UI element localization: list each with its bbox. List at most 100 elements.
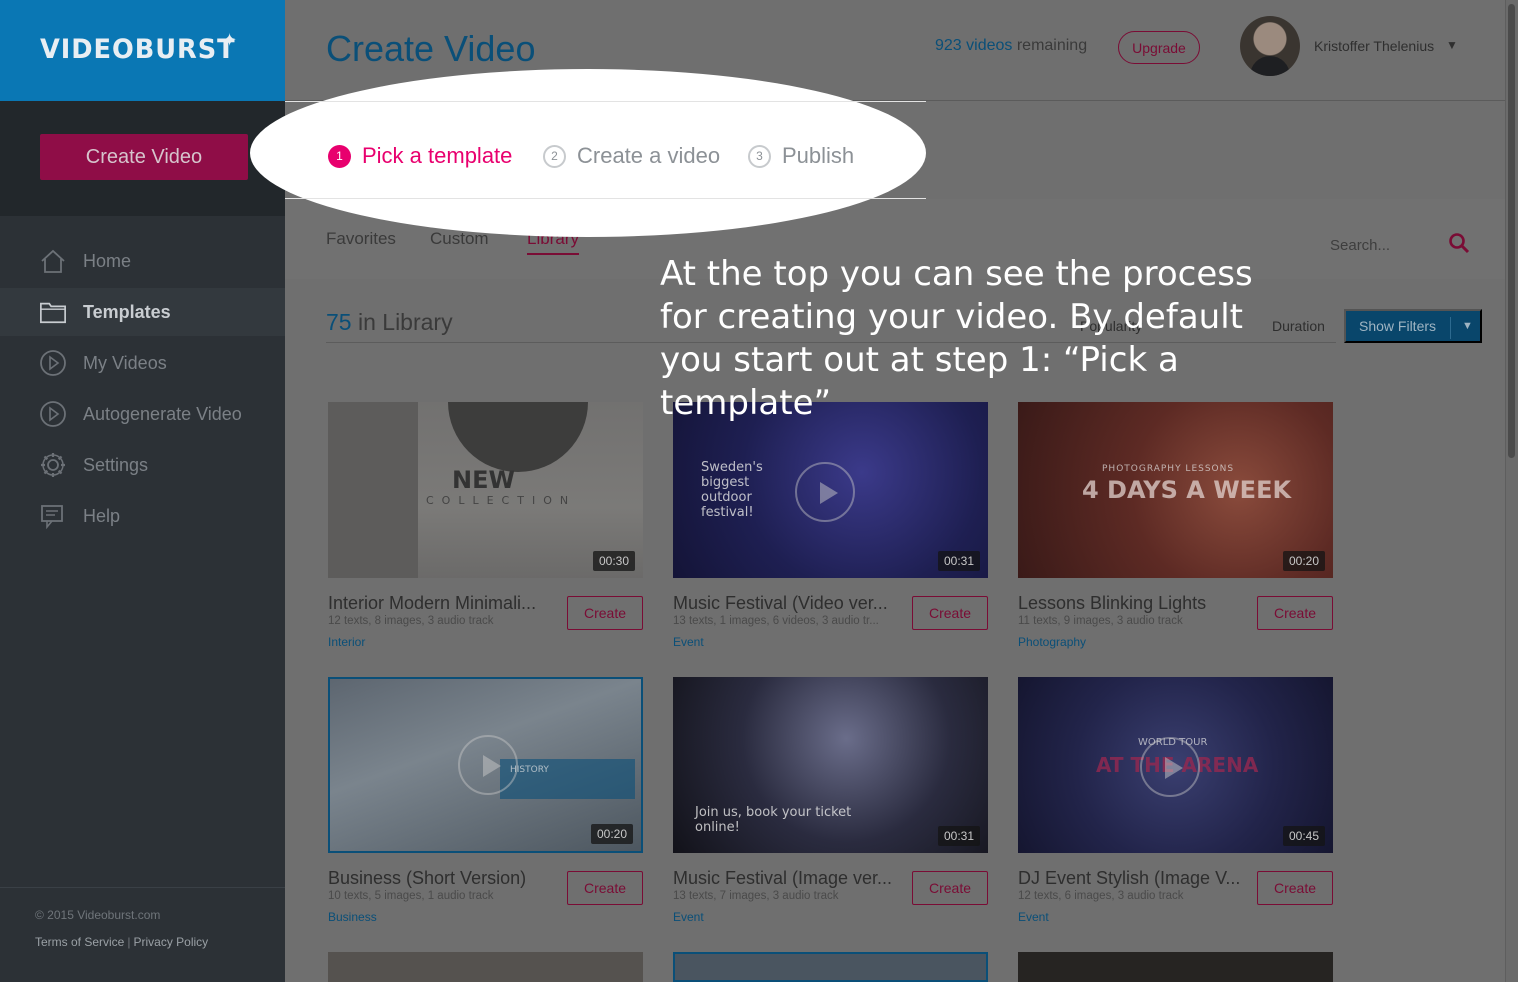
- sidebar-item-label: Templates: [83, 301, 171, 322]
- privacy-link[interactable]: Privacy Policy: [133, 935, 208, 949]
- template-meta: 13 texts, 1 images, 6 videos, 3 audio tr…: [673, 615, 879, 627]
- sidebar-item-templates[interactable]: Templates: [0, 288, 285, 336]
- tab-favorites[interactable]: Favorites: [326, 229, 396, 249]
- template-category[interactable]: Photography: [1018, 635, 1086, 649]
- help-icon: [39, 502, 67, 530]
- remaining-suffix: remaining: [1012, 37, 1088, 54]
- step-publish[interactable]: 3 Publish: [748, 143, 854, 169]
- template-category[interactable]: Business: [328, 910, 377, 924]
- template-title: Interior Modern Minimali...: [328, 593, 537, 613]
- divider: [0, 887, 285, 888]
- sidebar-item-home[interactable]: Home: [0, 237, 285, 285]
- thumb-title: Sweden's biggest outdoor festival!: [701, 460, 763, 520]
- divider: [285, 198, 926, 199]
- divider: [1450, 317, 1451, 339]
- home-icon: [39, 247, 67, 275]
- template-title: Lessons Blinking Lights: [1018, 593, 1207, 613]
- template-thumbnail[interactable]: [328, 952, 643, 982]
- separator: |: [127, 935, 131, 949]
- sidebar-item-autogenerate-video[interactable]: Autogenerate Video: [0, 390, 285, 438]
- play-circle-icon: [39, 400, 67, 428]
- step-create-video[interactable]: 2 Create a video: [543, 143, 720, 169]
- step-label: Pick a template: [362, 143, 513, 168]
- thumb-title: NEW: [452, 466, 515, 494]
- divider: [285, 101, 926, 102]
- play-circle-icon: [39, 349, 67, 377]
- template-title: Music Festival (Image ver...: [673, 868, 893, 888]
- duration-badge: 00:45: [1282, 826, 1325, 846]
- template-meta: 12 texts, 8 images, 3 audio track: [328, 615, 494, 627]
- create-button[interactable]: Create: [1257, 871, 1333, 905]
- terms-link[interactable]: Terms of Service: [35, 935, 124, 949]
- library-count: 75 in Library: [326, 309, 453, 336]
- template-thumbnail[interactable]: NEW COLLECTION 00:30: [328, 402, 643, 578]
- copyright: © 2015 Videoburst.com: [35, 908, 161, 922]
- videoburst-logo[interactable]: VIDEOBURST: [40, 34, 236, 65]
- user-name[interactable]: Kristoffer Thelenius: [1314, 38, 1434, 54]
- upgrade-button[interactable]: Upgrade: [1118, 31, 1200, 64]
- create-video-button[interactable]: Create Video: [40, 134, 248, 180]
- template-thumbnail[interactable]: WORLD TOUR AT THE ARENA 00:45: [1018, 677, 1333, 853]
- logo-bar: VIDEOBURST ✦: [0, 0, 285, 101]
- template-category[interactable]: Event: [673, 635, 704, 649]
- play-icon[interactable]: [1140, 737, 1200, 797]
- leaf-shape: [448, 402, 588, 472]
- avatar[interactable]: [1240, 16, 1300, 76]
- create-button[interactable]: Create: [912, 596, 988, 630]
- folder-icon: [39, 298, 67, 326]
- sidebar-item-my-videos[interactable]: My Videos: [0, 339, 285, 387]
- legal-links: Terms of Service | Privacy Policy: [35, 935, 208, 949]
- template-thumbnail[interactable]: [1018, 952, 1333, 982]
- search-icon[interactable]: [1448, 232, 1470, 259]
- logo-star-icon: ✦: [222, 30, 238, 50]
- create-button[interactable]: Create: [912, 871, 988, 905]
- duration-badge: 00:20: [590, 824, 633, 844]
- template-title: DJ Event Stylish (Image V...: [1018, 868, 1241, 888]
- search-input[interactable]: Search...: [1330, 237, 1390, 254]
- remaining-count: 923 videos: [935, 37, 1013, 54]
- show-filters-label: Show Filters: [1359, 318, 1437, 334]
- thumb-subtitle: PHOTOGRAPHY LESSONS: [1102, 464, 1235, 474]
- template-thumbnail[interactable]: PHOTOGRAPHY LESSONS 4 DAYS A WEEK 00:20: [1018, 402, 1333, 578]
- thumb-title: 4 DAYS A WEEK: [1082, 476, 1292, 504]
- sidebar-item-label: Settings: [83, 454, 149, 475]
- create-button[interactable]: Create: [567, 871, 643, 905]
- vase-shape: [328, 402, 418, 578]
- create-button[interactable]: Create: [567, 596, 643, 630]
- tutorial-callout: At the top you can see the process for c…: [660, 254, 1253, 423]
- template-meta: 11 texts, 9 images, 3 audio track: [1018, 615, 1183, 627]
- chevron-down-icon[interactable]: ▼: [1446, 38, 1458, 52]
- sidebar-item-label: Home: [83, 250, 132, 271]
- template-meta: 13 texts, 7 images, 3 audio track: [673, 890, 839, 902]
- play-icon[interactable]: [795, 462, 855, 522]
- sidebar-item-settings[interactable]: Settings: [0, 441, 285, 489]
- videos-remaining: 923 videos remaining: [935, 37, 1087, 55]
- template-thumbnail[interactable]: Sweden's biggest outdoor festival! 00:31: [673, 402, 988, 578]
- create-button[interactable]: Create: [1257, 596, 1333, 630]
- template-thumbnail[interactable]: HISTORY 00:20: [328, 677, 643, 853]
- sidebar: VIDEOBURST ✦ Create Video Home Templates…: [0, 0, 285, 982]
- step-number: 2: [543, 144, 566, 168]
- sidebar-item-label: My Videos: [83, 352, 167, 373]
- template-thumbnail[interactable]: [673, 952, 988, 982]
- template-category[interactable]: Event: [1018, 910, 1049, 924]
- count-number: 75: [326, 309, 352, 335]
- template-thumbnail[interactable]: Join us, book your ticket online! 00:31: [673, 677, 988, 853]
- sidebar-item-help[interactable]: Help: [0, 492, 285, 540]
- sidebar-item-label: Autogenerate Video: [83, 403, 242, 424]
- step-pick-template[interactable]: 1 Pick a template: [328, 143, 512, 169]
- count-suffix: in Library: [351, 309, 453, 335]
- step-number: 3: [748, 144, 771, 168]
- template-category[interactable]: Event: [673, 910, 704, 924]
- play-icon[interactable]: [458, 735, 518, 795]
- template-meta: 10 texts, 5 images, 1 audio track: [328, 890, 494, 902]
- template-category[interactable]: Interior: [328, 635, 365, 649]
- page-title: Create Video: [326, 28, 536, 69]
- scrollbar-thumb[interactable]: [1508, 4, 1515, 458]
- sidebar-item-label: Help: [83, 505, 121, 526]
- thumb-subtitle: COLLECTION: [426, 494, 577, 507]
- duration-badge: 00:31: [937, 826, 980, 846]
- thumb-title: Join us, book your ticket online!: [695, 805, 852, 835]
- show-filters-button[interactable]: Show Filters ▼: [1344, 309, 1482, 343]
- duration-badge: 00:30: [592, 551, 635, 571]
